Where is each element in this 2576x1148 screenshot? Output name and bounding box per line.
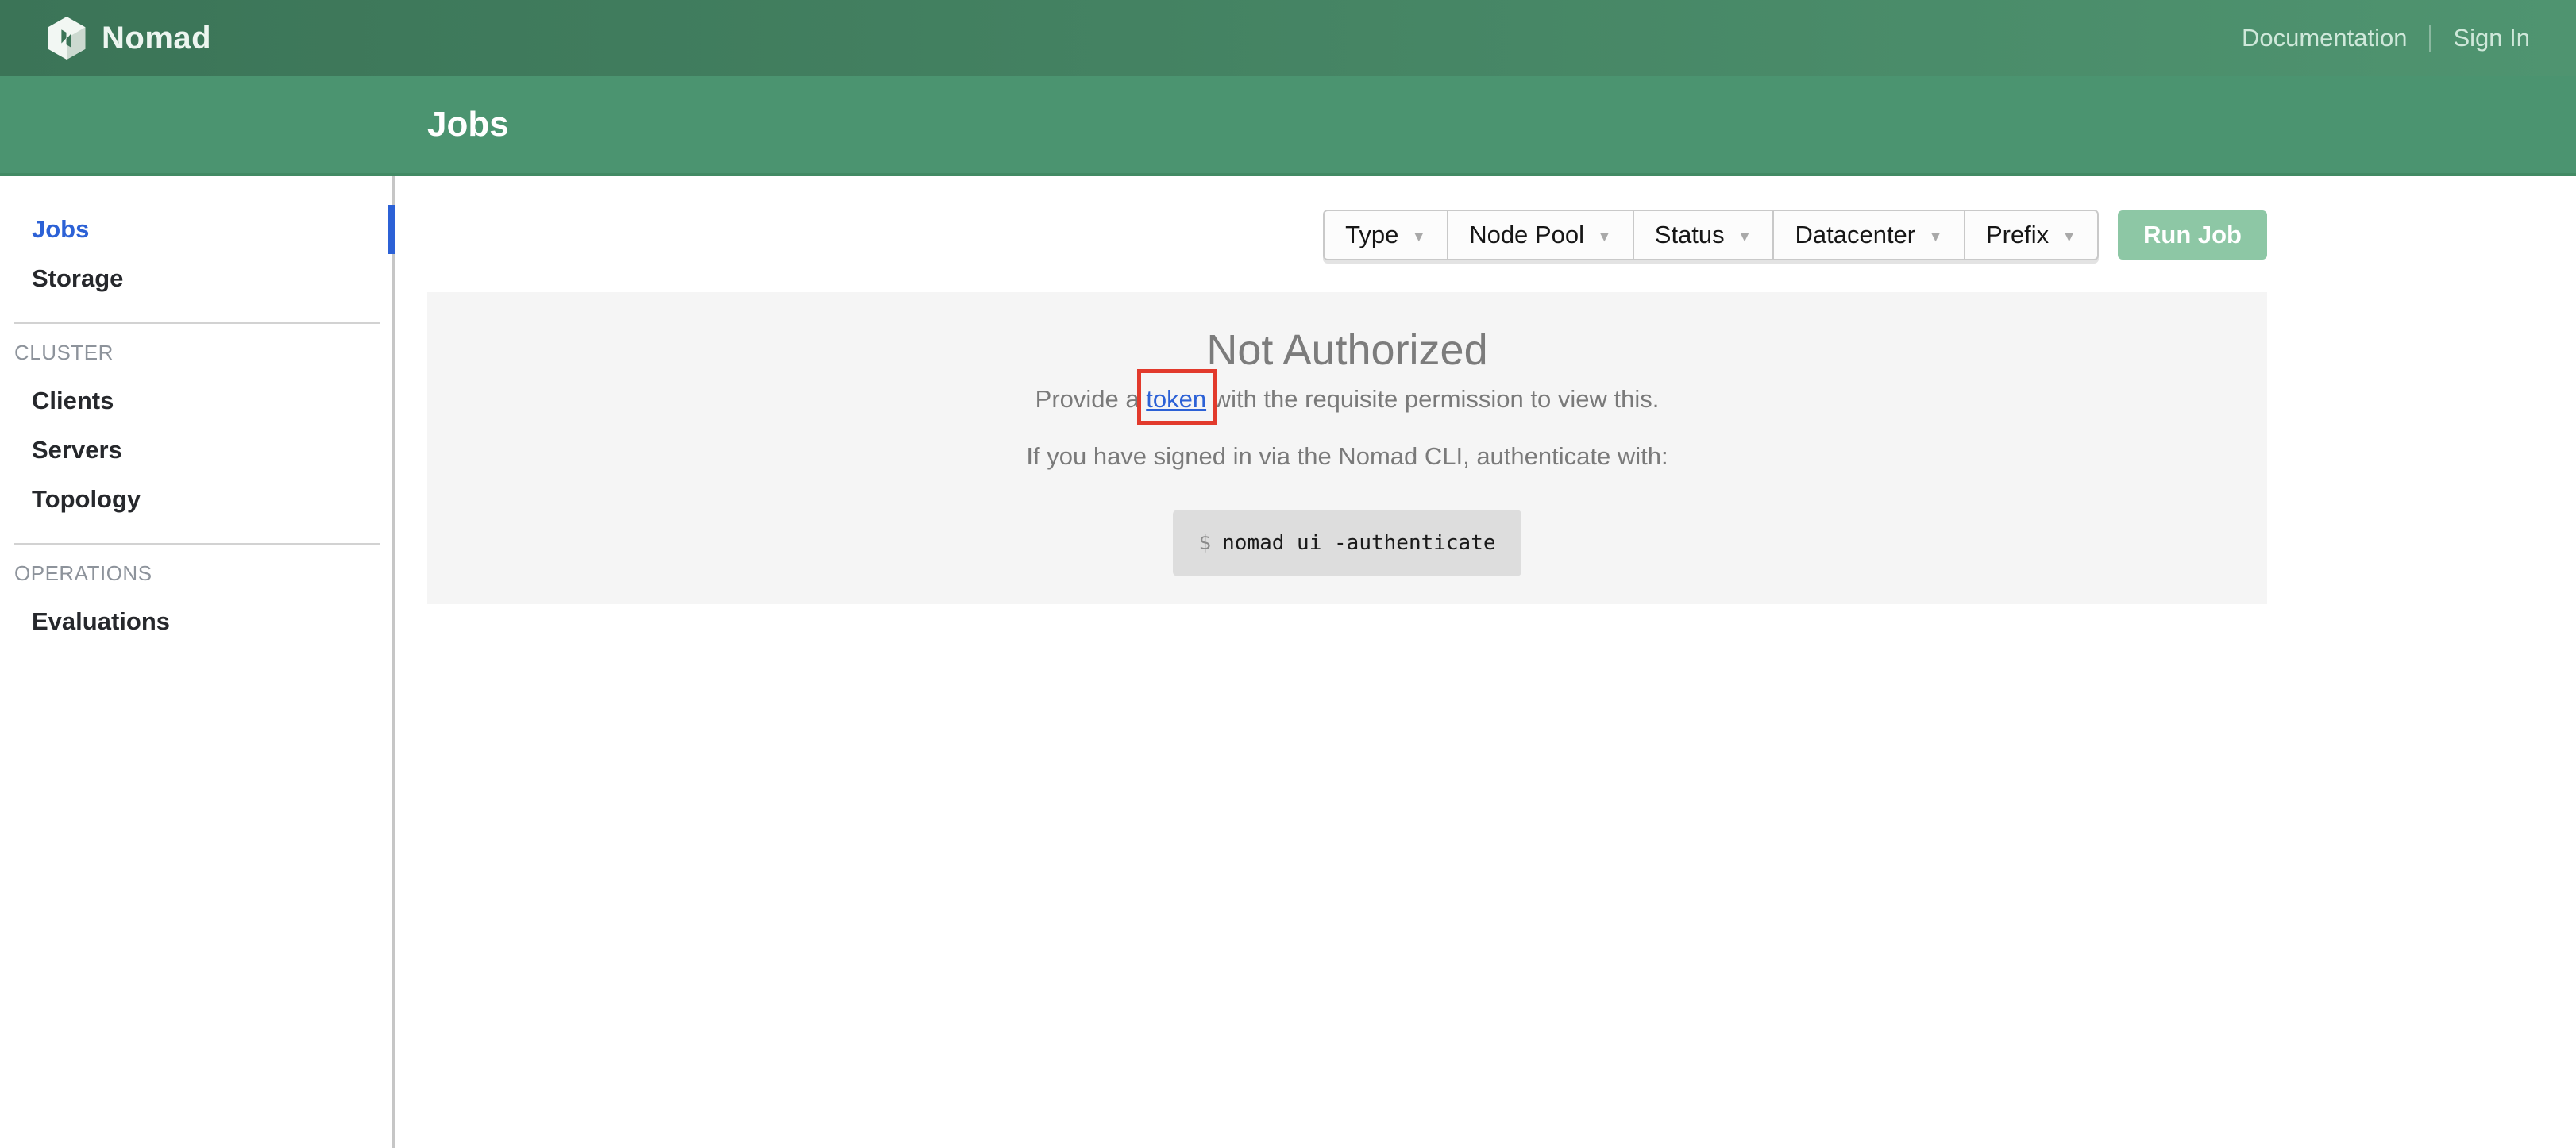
token-link[interactable]: token [1146,385,1206,413]
cli-code-block: $ nomad ui -authenticate [1173,510,1521,576]
caret-down-icon: ▼ [1411,229,1426,245]
filter-prefix-dropdown[interactable]: Prefix ▼ [1964,211,2097,259]
page-title: Jobs [427,105,509,144]
sidebar-item-evaluations[interactable]: Evaluations [0,597,392,646]
content-area: Jobs Storage CLUSTER Clients Servers Top… [0,176,2576,1148]
jobs-toolbar: Type ▼ Node Pool ▼ Status ▼ Datacenter ▼… [427,210,2267,260]
topnav-separator [2429,25,2431,52]
filter-group: Type ▼ Node Pool ▼ Status ▼ Datacenter ▼… [1323,210,2099,260]
documentation-link[interactable]: Documentation [2242,24,2408,52]
sidebar-item-servers[interactable]: Servers [0,426,392,475]
caret-down-icon: ▼ [1597,229,1612,245]
filter-node-pool-label: Node Pool [1469,221,1584,249]
filter-datacenter-dropdown[interactable]: Datacenter ▼ [1772,211,1963,259]
topnav-links: Documentation Sign In [2242,24,2530,52]
not-authorized-title: Not Authorized [427,326,2267,375]
token-message-prefix: Provide a [1035,385,1147,413]
filter-status-dropdown[interactable]: Status ▼ [1633,211,1773,259]
top-navigation-bar: Nomad Documentation Sign In [0,0,2576,76]
cli-command: nomad ui -authenticate [1222,531,1495,555]
sidebar-divider [14,543,380,545]
main-panel: Type ▼ Node Pool ▼ Status ▼ Datacenter ▼… [395,176,2576,1148]
filter-node-pool-dropdown[interactable]: Node Pool ▼ [1447,211,1633,259]
sidebar: Jobs Storage CLUSTER Clients Servers Top… [0,176,395,1148]
nomad-brand-link[interactable]: Nomad [46,16,211,60]
filter-type-label: Type [1345,221,1398,249]
sidebar-item-topology[interactable]: Topology [0,475,392,524]
filter-status-label: Status [1655,221,1725,249]
caret-down-icon: ▼ [1737,229,1753,245]
not-authorized-panel: Not Authorized Provide a token with the … [427,292,2267,604]
sidebar-divider [14,322,380,324]
brand-name: Nomad [102,21,211,56]
cli-message: If you have signed in via the Nomad CLI,… [427,438,2267,475]
token-link-wrap: token [1146,381,1206,418]
sidebar-item-clients[interactable]: Clients [0,376,392,426]
caret-down-icon: ▼ [1928,229,1943,245]
filter-datacenter-label: Datacenter [1795,221,1915,249]
sidebar-item-jobs[interactable]: Jobs [0,205,392,254]
sidebar-section-operations: OPERATIONS [14,561,392,586]
sidebar-item-storage[interactable]: Storage [0,254,392,303]
filter-type-dropdown[interactable]: Type ▼ [1325,211,1447,259]
nomad-logo-icon [46,16,87,60]
sidebar-section-cluster: CLUSTER [14,340,392,365]
caret-down-icon: ▼ [2061,229,2077,245]
cli-prompt: $ [1198,531,1211,555]
page-header: Jobs [0,76,2576,176]
sign-in-link[interactable]: Sign In [2453,24,2530,52]
run-job-button[interactable]: Run Job [2118,210,2267,260]
token-message-suffix: with the requisite permission to view th… [1206,385,1659,413]
token-message: Provide a token with the requisite permi… [427,381,2267,418]
filter-prefix-label: Prefix [1986,221,2049,249]
